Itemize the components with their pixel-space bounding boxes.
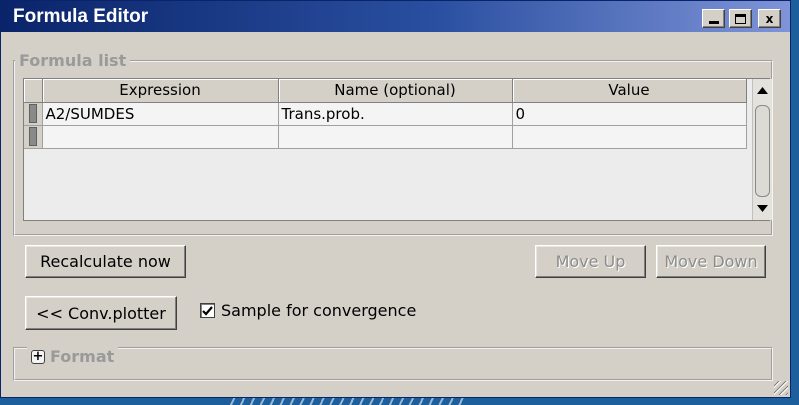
- column-header-value[interactable]: Value: [512, 79, 747, 103]
- close-icon: x: [765, 11, 774, 26]
- formula-grid[interactable]: Expression Name (optional) Value A2/SUMD…: [23, 78, 770, 221]
- sample-for-convergence-label: Sample for convergence: [221, 301, 417, 320]
- minimize-icon: [708, 21, 719, 24]
- recalculate-now-button[interactable]: Recalculate now: [25, 245, 186, 278]
- move-down-button[interactable]: Move Down: [656, 245, 766, 278]
- checkmark-icon: [202, 305, 213, 316]
- table-row[interactable]: A2/SUMDES Trans.prob. 0: [24, 102, 747, 126]
- scrollbar-thumb[interactable]: [755, 105, 770, 197]
- scroll-up-icon: [757, 86, 768, 94]
- format-legend[interactable]: + Format: [27, 347, 119, 366]
- sample-for-convergence-checkbox[interactable]: [200, 303, 215, 318]
- resize-grip[interactable]: [774, 381, 788, 395]
- vertical-scrollbar[interactable]: [752, 79, 772, 220]
- cell-expression[interactable]: A2/SUMDES: [42, 102, 279, 126]
- row-selector-marker: [29, 104, 37, 123]
- column-header-name[interactable]: Name (optional): [278, 79, 513, 103]
- column-header-expression[interactable]: Expression: [42, 79, 279, 103]
- table-row[interactable]: [24, 125, 747, 149]
- formula-editor-window: Formula Editor x Formula list Expression…: [0, 0, 791, 398]
- conv-plotter-button[interactable]: << Conv.plotter: [25, 296, 177, 330]
- cell-value[interactable]: [512, 125, 747, 149]
- formula-list-legend: Formula list: [19, 51, 127, 70]
- formula-table: Expression Name (optional) Value A2/SUMD…: [24, 79, 747, 149]
- maximize-button[interactable]: [729, 9, 752, 28]
- scroll-down-arrow[interactable]: [753, 199, 772, 217]
- row-selector-marker: [29, 127, 37, 146]
- maximize-icon: [735, 13, 746, 24]
- table-header-row: Expression Name (optional) Value: [24, 79, 747, 103]
- title-bar[interactable]: Formula Editor x: [1, 1, 790, 32]
- format-label: Format: [50, 347, 115, 366]
- scroll-down-icon: [757, 204, 768, 212]
- cell-name[interactable]: [278, 125, 513, 149]
- cell-expression[interactable]: [42, 125, 279, 149]
- row-indicator[interactable]: [24, 102, 43, 126]
- row-indicator[interactable]: [24, 125, 43, 149]
- format-group: [13, 347, 773, 381]
- cell-name[interactable]: Trans.prob.: [278, 102, 513, 126]
- scroll-up-arrow[interactable]: [753, 81, 772, 99]
- move-up-button[interactable]: Move Up: [535, 245, 646, 278]
- expand-plus-icon[interactable]: +: [31, 349, 45, 364]
- cell-value[interactable]: 0: [512, 102, 747, 126]
- window-title: Formula Editor: [13, 6, 149, 27]
- row-indicator-header: [24, 79, 43, 103]
- minimize-button[interactable]: [702, 9, 725, 28]
- close-button[interactable]: x: [758, 9, 781, 28]
- sample-for-convergence-checkbox-row[interactable]: Sample for convergence: [200, 301, 416, 320]
